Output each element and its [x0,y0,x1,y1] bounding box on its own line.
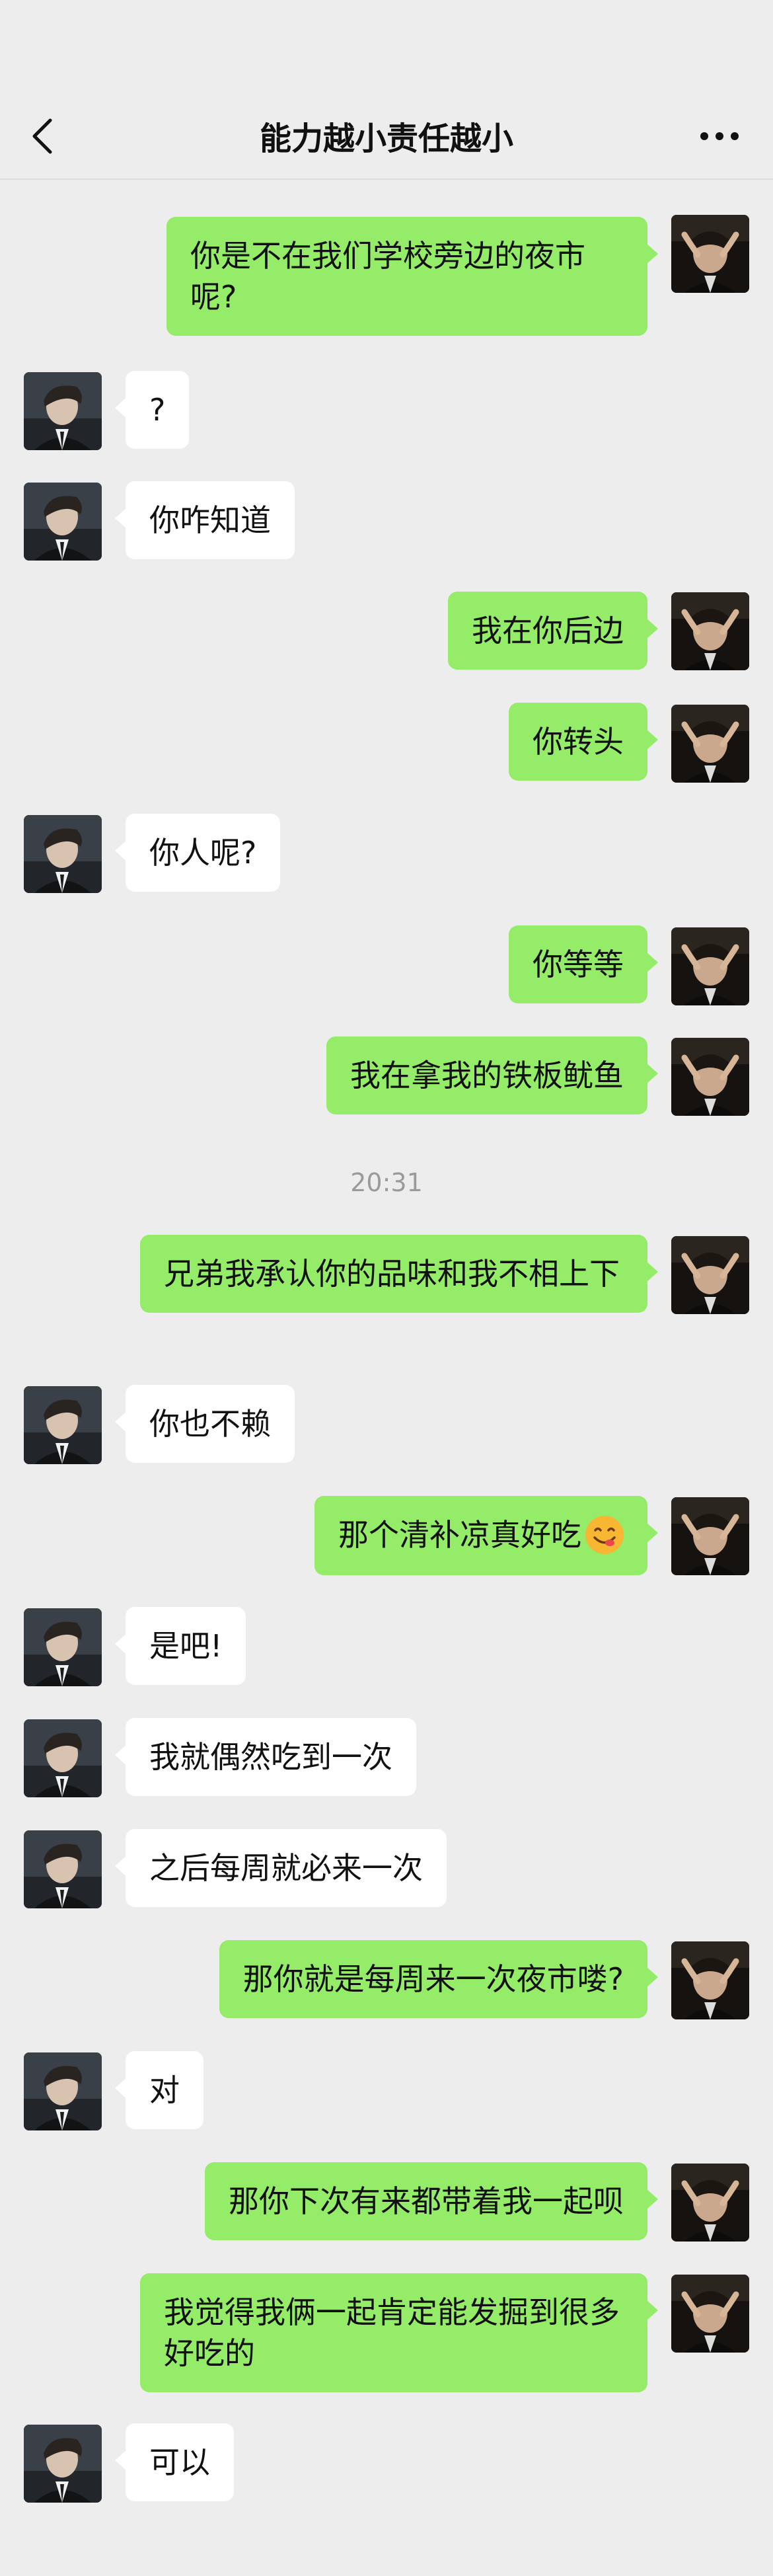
message-bubble[interactable]: ? [114,371,190,449]
avatar[interactable] [24,483,102,561]
message-bubble[interactable]: 我就偶然吃到一次 [115,1718,416,1796]
message-bubble[interactable]: 我在你后边 [448,592,658,670]
avatar[interactable] [671,592,749,670]
message-bubble[interactable]: 你也不赖 [115,1385,295,1463]
message-bubble[interactable]: 那个清补凉真好吃 [314,1496,658,1575]
message-bubble[interactable]: 你转头 [509,703,658,781]
message-bubble[interactable]: 你等等 [509,925,658,1003]
avatar[interactable] [671,705,749,783]
chat-header: 能力越小责任越小 [0,0,773,180]
avatar[interactable] [671,927,749,1005]
message-bubble[interactable]: 兄弟我承认你的品味和我不相上下 [140,1235,658,1313]
avatar[interactable] [671,215,749,293]
avatar[interactable] [24,1719,102,1797]
message-bubble[interactable]: 可以 [115,2423,234,2501]
message-bubble[interactable]: 之后每周就必来一次 [115,1829,447,1907]
avatar[interactable] [671,2164,749,2242]
avatar[interactable] [24,2052,102,2130]
chat-title: 能力越小责任越小 [259,120,513,157]
message-bubble[interactable]: 对 [115,2051,203,2129]
avatar[interactable] [671,1038,749,1116]
timestamp: 20:31 [350,1168,423,1197]
message-bubble[interactable]: 我觉得我俩一起肯定能发掘到很多好吃的 [140,2273,658,2392]
more-icon[interactable] [700,128,739,144]
message-bubble[interactable]: 是吧! [114,1607,246,1685]
avatar[interactable] [671,1941,749,2019]
avatar[interactable] [24,2425,102,2503]
avatar[interactable] [24,372,102,450]
message-bubble[interactable]: 你是不在我们学校旁边的夜市呢? [166,217,658,336]
avatar[interactable] [671,2275,749,2353]
message-bubble[interactable]: 那你下次有来都带着我一起呗 [205,2162,658,2240]
avatar[interactable] [671,1236,749,1314]
avatar[interactable] [24,815,102,893]
message-text: 那个清补凉真好吃 [338,1517,581,1553]
message-bubble[interactable]: 你人呢? [114,814,281,892]
message-bubble[interactable]: 你咋知道 [115,481,295,559]
avatar[interactable] [24,1386,102,1464]
message-bubble[interactable]: 我在拿我的铁板鱿鱼 [326,1036,658,1114]
avatar[interactable] [24,1830,102,1908]
message-bubble[interactable]: 那你就是每周来一次夜市喽? [219,1940,659,2018]
avatar[interactable] [24,1608,102,1686]
avatar[interactable] [671,1497,749,1575]
yum-face-emoji [585,1515,624,1554]
